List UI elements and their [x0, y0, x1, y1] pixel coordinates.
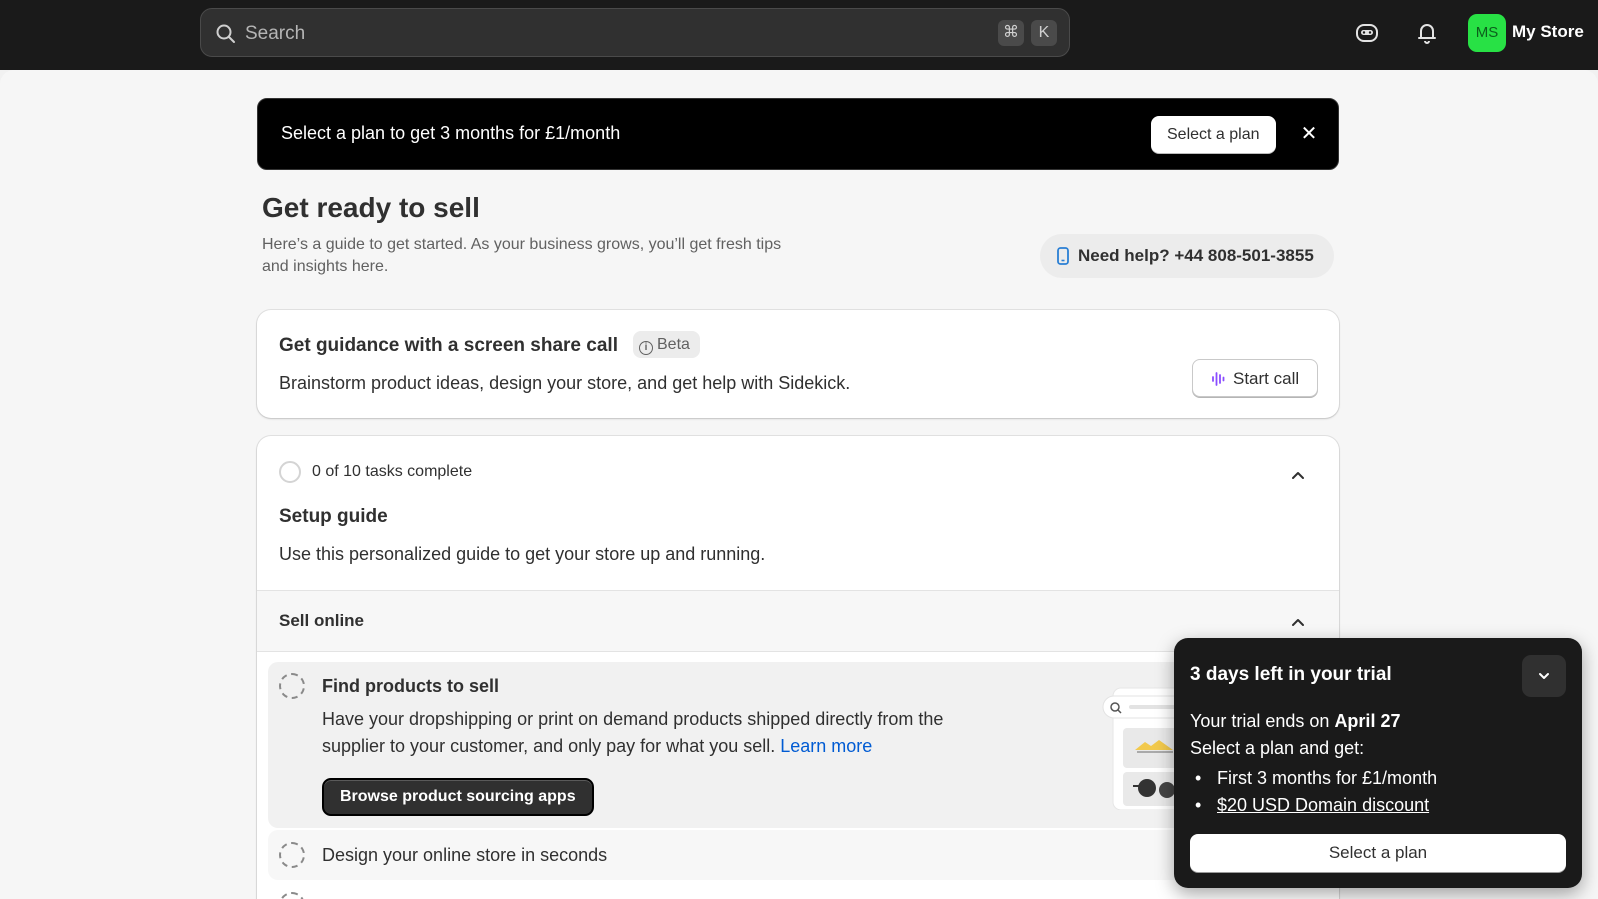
phone-icon — [1057, 247, 1069, 265]
help-text: Need help? +44 808-501-3855 — [1078, 246, 1314, 265]
task-title: Find products to sell — [322, 676, 500, 696]
trial-title: 3 days left in your trial — [1190, 664, 1392, 685]
store-name[interactable]: My Store — [1512, 22, 1584, 42]
call-card-title: Get guidance with a screen share call — [279, 335, 618, 356]
screen-share-card: Get guidance with a screen share call iB… — [257, 310, 1339, 418]
trial-end-text: Your trial ends on April 27 — [1190, 711, 1400, 732]
chevron-up-icon[interactable] — [1289, 613, 1307, 631]
top-bar: Search ⌘ K MS My Store — [0, 0, 1598, 70]
k-key: K — [1031, 20, 1057, 46]
bell-icon[interactable] — [1414, 20, 1440, 46]
task-checkbox[interactable] — [279, 842, 305, 868]
setup-guide-description: Use this personalized guide to get your … — [279, 544, 766, 564]
close-icon[interactable]: ✕ — [1298, 123, 1320, 145]
task-design-store[interactable]: Design your online store in seconds — [268, 830, 1328, 880]
command-key: ⌘ — [998, 20, 1024, 46]
domain-discount-link[interactable]: $20 USD Domain discount — [1217, 795, 1429, 815]
page-subtitle: Here’s a guide to get started. As your b… — [262, 236, 782, 275]
trial-end-date: April 27 — [1334, 711, 1401, 731]
chevron-down-icon — [1539, 673, 1549, 679]
learn-more-link[interactable]: Learn more — [780, 736, 872, 756]
task-title: Design your online store in seconds — [322, 845, 608, 865]
trial-select-intro: Select a plan and get: — [1190, 738, 1365, 758]
progress-text: 0 of 10 tasks complete — [312, 463, 473, 480]
promo-select-plan-button[interactable]: Select a plan — [1151, 116, 1276, 153]
promo-banner: Select a plan to get 3 months for £1/mon… — [257, 98, 1339, 170]
trial-popup: 3 days left in your trial Your trial end… — [1174, 638, 1582, 888]
search-icon — [216, 24, 235, 43]
task-checkbox[interactable] — [279, 892, 305, 899]
browse-sourcing-apps-button[interactable]: Browse product sourcing apps — [322, 778, 594, 816]
promo-text: Select a plan to get 3 months for £1/mon… — [281, 123, 621, 143]
beta-badge: i Beta — [633, 331, 700, 358]
progress-ring — [279, 461, 301, 483]
task-description: Have your dropshipping or print on deman… — [322, 706, 962, 760]
sidekick-icon[interactable] — [1354, 20, 1380, 46]
info-icon: i — [639, 341, 653, 355]
help-phone-pill[interactable]: Need help? +44 808-501-3855 — [1040, 234, 1334, 278]
trial-select-plan-button[interactable]: Select a plan — [1190, 834, 1566, 872]
section-label: Sell online — [279, 611, 365, 630]
search-bar[interactable]: Search ⌘ K — [200, 8, 1070, 57]
task-find-products[interactable]: Find products to sell Have your dropship… — [268, 662, 1328, 828]
task-checkbox[interactable] — [279, 673, 305, 699]
benefit-item: $20 USD Domain discount — [1190, 792, 1437, 819]
page-title: Get ready to sell — [262, 192, 480, 223]
benefit-text: First 3 months for £1/month — [1217, 768, 1438, 788]
search-placeholder: Search — [245, 23, 306, 44]
sound-wave-icon — [1212, 372, 1225, 386]
trial-benefits-list: First 3 months for £1/month $20 USD Doma… — [1190, 765, 1437, 819]
trial-end-prefix: Your trial ends on — [1190, 711, 1335, 731]
store-avatar[interactable]: MS — [1468, 14, 1506, 52]
call-card-description: Brainstorm product ideas, design your st… — [279, 373, 851, 393]
beta-label: Beta — [657, 336, 690, 353]
setup-guide-title: Setup guide — [279, 506, 388, 527]
start-call-button[interactable]: Start call — [1192, 359, 1318, 397]
benefit-item: First 3 months for £1/month — [1190, 765, 1437, 792]
start-call-label: Start call — [1233, 369, 1300, 388]
collapse-button[interactable] — [1522, 655, 1566, 697]
chevron-up-icon[interactable] — [1289, 466, 1307, 484]
